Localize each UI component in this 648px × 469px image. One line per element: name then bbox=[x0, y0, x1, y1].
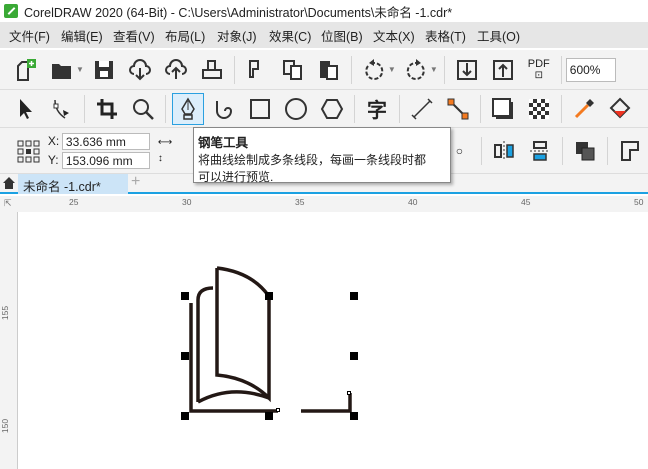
ruler-h-label: 50 bbox=[634, 197, 644, 207]
tooltip-title: 钢笔工具 bbox=[198, 136, 249, 150]
selection-handle[interactable] bbox=[265, 292, 273, 300]
tooltip-body-line1: 将曲线绘制成多条线段，每画一条线段时都 bbox=[198, 153, 427, 167]
ruler-v-label: 150 bbox=[0, 418, 11, 434]
selection-handle[interactable] bbox=[350, 292, 358, 300]
selection-handle[interactable] bbox=[350, 412, 358, 420]
node-handle[interactable] bbox=[276, 408, 280, 412]
node-handle[interactable] bbox=[347, 391, 351, 395]
selection-handle[interactable] bbox=[265, 412, 273, 420]
selection-handle[interactable] bbox=[181, 292, 189, 300]
drawing-canvas[interactable] bbox=[17, 212, 648, 469]
tooltip-body-line2: 可以进行预览. bbox=[198, 170, 274, 184]
pen-tool-tooltip: 钢笔工具 将曲线绘制成多条线段，每画一条线段时都 可以进行预览. bbox=[193, 127, 451, 184]
selection-handle[interactable] bbox=[350, 352, 358, 360]
selection-handle[interactable] bbox=[181, 352, 189, 360]
selection-handle[interactable] bbox=[181, 412, 189, 420]
ruler-v-label: 155 bbox=[0, 305, 11, 321]
